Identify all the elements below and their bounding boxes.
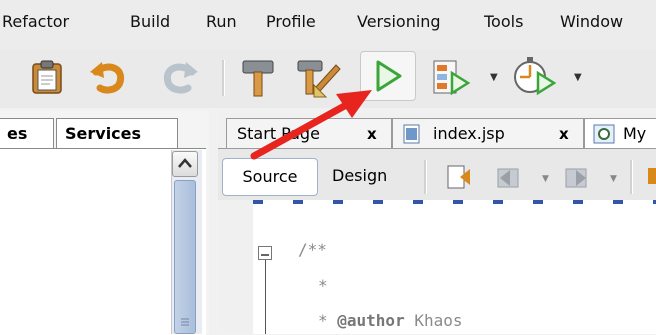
annotation-arrow bbox=[250, 90, 372, 160]
